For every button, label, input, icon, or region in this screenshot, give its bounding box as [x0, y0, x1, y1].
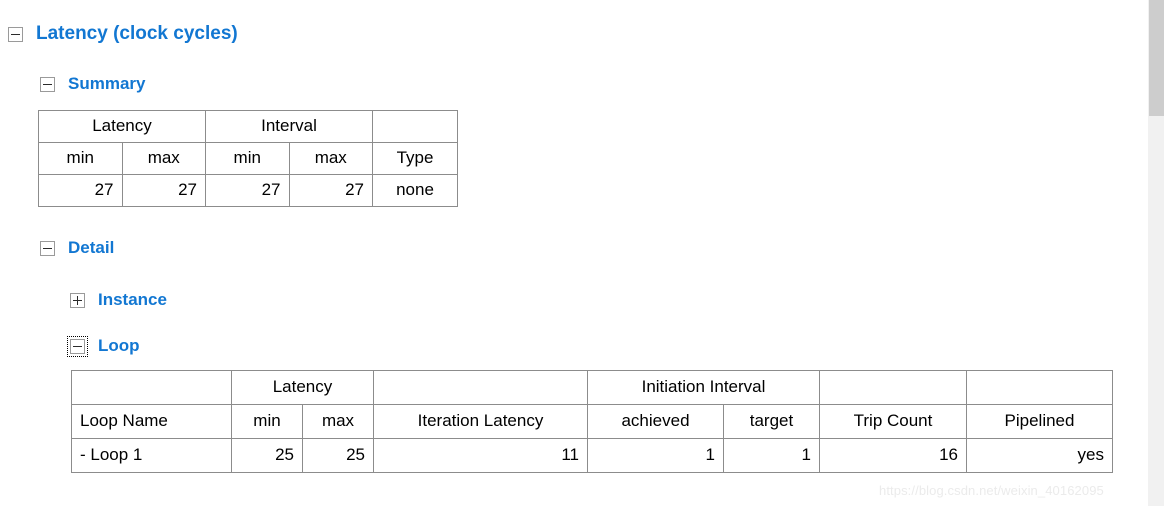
table-row-group-header: Latency Interval — [38, 110, 458, 143]
table-row-sub-header: min max min max Type — [38, 142, 458, 175]
loop-table: Latency Initiation Interval Loop Name mi… — [71, 370, 1113, 473]
loop-value-latency-min: 25 — [231, 438, 303, 473]
loop-subheader-pipelined: Pipelined — [966, 404, 1113, 439]
loop-group-iteration-latency — [373, 370, 588, 405]
loop-subheader-name: Loop Name — [71, 404, 232, 439]
loop-subheader-latency-min: min — [231, 404, 303, 439]
loop-value-trip-count: 16 — [819, 438, 967, 473]
loop-subheader-ii-target: target — [723, 404, 820, 439]
table-row: 27 27 27 27 none — [38, 174, 458, 207]
loop-subheader-ii-achieved: achieved — [587, 404, 724, 439]
loop-group-pipelined — [966, 370, 1113, 405]
summary-subheader-type: Type — [372, 142, 458, 175]
tree-node-loop[interactable]: Loop — [67, 335, 140, 357]
tree-node-detail-label: Detail — [68, 238, 115, 257]
table-row-group-header: Latency Initiation Interval — [71, 370, 1113, 405]
loop-value-iteration-latency: 11 — [373, 438, 588, 473]
loop-value-pipelined: yes — [966, 438, 1113, 473]
plus-expander-icon[interactable] — [70, 292, 85, 308]
loop-value-latency-max: 25 — [302, 438, 374, 473]
summary-table: Latency Interval min max min max Type 27… — [38, 110, 458, 207]
tree-node-loop-label: Loop — [98, 336, 140, 355]
summary-value-interval-min: 27 — [205, 174, 290, 207]
loop-subheader-latency-max: max — [302, 404, 374, 439]
loop-value-name: - Loop 1 — [71, 438, 232, 473]
summary-subheader-latency-max: max — [121, 142, 206, 175]
summary-subheader-interval-max: max — [288, 142, 373, 175]
loop-subheader-iteration-latency: Iteration Latency — [373, 404, 588, 439]
report-viewport: Latency (clock cycles) Summary Latency I… — [0, 0, 1147, 506]
loop-group-name — [71, 370, 232, 405]
loop-value-ii-target: 1 — [723, 438, 820, 473]
minus-expander-icon[interactable] — [67, 335, 88, 357]
summary-value-interval-max: 27 — [288, 174, 373, 207]
summary-subheader-latency-min: min — [38, 142, 123, 175]
tree-node-summary-label: Summary — [68, 74, 146, 93]
scrollbar-thumb[interactable] — [1149, 0, 1164, 116]
summary-group-latency: Latency — [38, 110, 206, 143]
tree-node-instance-label: Instance — [98, 290, 167, 309]
summary-value-latency-min: 27 — [38, 174, 123, 207]
loop-group-latency: Latency — [231, 370, 374, 405]
loop-group-trip-count — [819, 370, 967, 405]
table-row: - Loop 1 25 25 11 1 1 16 yes — [71, 438, 1113, 473]
summary-value-type: none — [372, 174, 458, 207]
tree-node-latency-label: Latency (clock cycles) — [36, 23, 238, 44]
loop-value-ii-achieved: 1 — [587, 438, 724, 473]
tree-node-detail[interactable]: Detail — [40, 238, 114, 258]
tree-node-summary[interactable]: Summary — [40, 74, 145, 94]
watermark-text: https://blog.csdn.net/weixin_40162095 — [879, 483, 1104, 498]
loop-group-initiation-interval: Initiation Interval — [587, 370, 820, 405]
tree-node-latency[interactable]: Latency (clock cycles) — [8, 23, 238, 45]
loop-subheader-trip-count: Trip Count — [819, 404, 967, 439]
minus-expander-icon[interactable] — [40, 76, 55, 92]
summary-group-interval: Interval — [205, 110, 373, 143]
summary-group-type — [372, 110, 458, 143]
table-row-sub-header: Loop Name min max Iteration Latency achi… — [71, 404, 1113, 439]
minus-expander-icon[interactable] — [8, 26, 23, 42]
vertical-scrollbar[interactable] — [1147, 0, 1164, 506]
minus-expander-icon[interactable] — [40, 240, 55, 256]
tree-node-instance[interactable]: Instance — [70, 290, 167, 310]
summary-subheader-interval-min: min — [205, 142, 290, 175]
summary-value-latency-max: 27 — [121, 174, 206, 207]
